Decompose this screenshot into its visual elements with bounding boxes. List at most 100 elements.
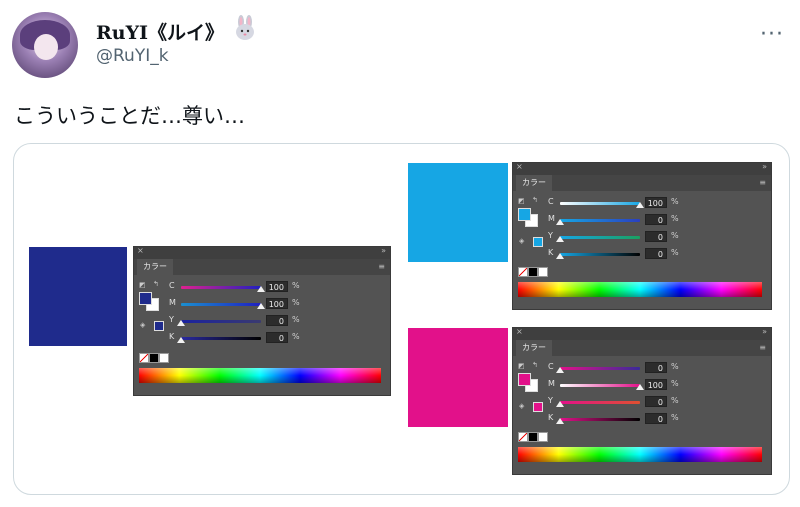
web-safe-color-box[interactable] [533,237,543,247]
swap-colors-icon[interactable]: ↰ [532,361,538,369]
slider-k[interactable] [560,253,640,256]
panel-tab-row: カラー ≡ [513,175,771,191]
collapse-icon[interactable]: » [762,162,767,171]
panel-title-bar: ×» [134,246,390,259]
slider-k[interactable] [560,418,640,421]
percent-unit: % [292,315,300,324]
swap-colors-icon[interactable]: ↰ [532,196,538,204]
close-icon[interactable]: × [516,162,523,171]
color-swatch-cyan [408,163,508,262]
web-safe-color-box[interactable] [533,402,543,412]
slider-thumb[interactable] [556,253,564,259]
out-of-gamut-icon[interactable]: ◈ [519,402,524,410]
percent-unit: % [671,413,679,422]
panel-menu-icon[interactable]: ≡ [378,262,385,271]
collapse-icon[interactable]: » [762,327,767,336]
collapse-icon[interactable]: » [381,246,386,255]
color-spectrum-bar[interactable] [518,447,762,462]
fill-color-box[interactable] [139,292,152,305]
color-panel-magenta: ×» カラー ≡ ◩ ↰ ◈ C 0% M 100% Y 0% K 0% [512,327,772,475]
value-input-y[interactable]: 0 [645,396,667,407]
value-input-k[interactable]: 0 [266,332,288,343]
channel-label-c: C [548,362,554,371]
value-input-k[interactable]: 0 [645,413,667,424]
percent-unit: % [671,214,679,223]
channel-label-k: K [548,248,554,257]
slider-thumb[interactable] [556,367,564,373]
tab-color[interactable]: カラー [516,340,552,356]
slider-thumb[interactable] [257,303,265,309]
default-colors-icon[interactable]: ◩ [518,197,525,205]
value-input-c[interactable]: 100 [645,197,667,208]
more-options-icon[interactable]: ··· [760,22,784,47]
color-spectrum-bar[interactable] [518,282,762,297]
slider-k[interactable] [181,337,261,340]
black-color-box[interactable] [149,353,159,363]
avatar[interactable] [12,12,78,78]
panel-title-bar: ×» [513,327,771,340]
value-input-m[interactable]: 100 [645,379,667,390]
slider-y[interactable] [181,320,261,323]
channel-label-m: M [169,298,176,307]
none-color-box[interactable] [518,432,528,442]
user-handle[interactable]: @RuYI_k [96,46,169,66]
slider-c[interactable] [560,202,640,205]
out-of-gamut-icon[interactable]: ◈ [519,237,524,245]
channel-label-y: Y [548,231,553,240]
swap-colors-icon[interactable]: ↰ [153,280,159,288]
value-input-m[interactable]: 0 [645,214,667,225]
panel-tab-row: カラー ≡ [513,340,771,356]
default-colors-icon[interactable]: ◩ [518,362,525,370]
slider-y[interactable] [560,401,640,404]
tweet-text: こういうことだ…尊い… [14,104,245,128]
none-color-box[interactable] [518,267,528,277]
slider-thumb[interactable] [177,337,185,343]
value-input-y[interactable]: 0 [266,315,288,326]
white-color-box[interactable] [159,353,169,363]
color-swatch-navy [29,247,127,346]
panel-menu-icon[interactable]: ≡ [759,178,766,187]
slider-thumb[interactable] [636,202,644,208]
value-input-y[interactable]: 0 [645,231,667,242]
slider-m[interactable] [560,384,640,387]
color-spectrum-bar[interactable] [139,368,381,383]
value-input-m[interactable]: 100 [266,298,288,309]
slider-m[interactable] [181,303,261,306]
white-color-box[interactable] [538,432,548,442]
out-of-gamut-icon[interactable]: ◈ [140,321,145,329]
slider-thumb[interactable] [556,418,564,424]
slider-thumb[interactable] [636,384,644,390]
panel-menu-icon[interactable]: ≡ [759,343,766,352]
web-safe-color-box[interactable] [154,321,164,331]
none-color-box[interactable] [139,353,149,363]
slider-c[interactable] [181,286,261,289]
white-color-box[interactable] [538,267,548,277]
close-icon[interactable]: × [137,246,144,255]
tab-color[interactable]: カラー [137,259,173,275]
percent-unit: % [671,248,679,257]
channel-label-k: K [548,413,554,422]
slider-thumb[interactable] [556,401,564,407]
slider-thumb[interactable] [556,236,564,242]
value-input-c[interactable]: 100 [266,281,288,292]
slider-thumb[interactable] [177,320,185,326]
slider-m[interactable] [560,219,640,222]
value-input-k[interactable]: 0 [645,248,667,259]
percent-unit: % [671,379,679,388]
value-input-c[interactable]: 0 [645,362,667,373]
display-name[interactable]: RuYI《ルイ》 [96,18,224,45]
channel-label-c: C [169,281,175,290]
rabbit-emoji-icon [236,15,254,40]
close-icon[interactable]: × [516,327,523,336]
slider-y[interactable] [560,236,640,239]
slider-thumb[interactable] [257,286,265,292]
slider-thumb[interactable] [556,219,564,225]
fill-color-box[interactable] [518,373,531,386]
percent-unit: % [292,332,300,341]
slider-c[interactable] [560,367,640,370]
black-color-box[interactable] [528,267,538,277]
black-color-box[interactable] [528,432,538,442]
tab-color[interactable]: カラー [516,175,552,191]
default-colors-icon[interactable]: ◩ [139,281,146,289]
fill-color-box[interactable] [518,208,531,221]
